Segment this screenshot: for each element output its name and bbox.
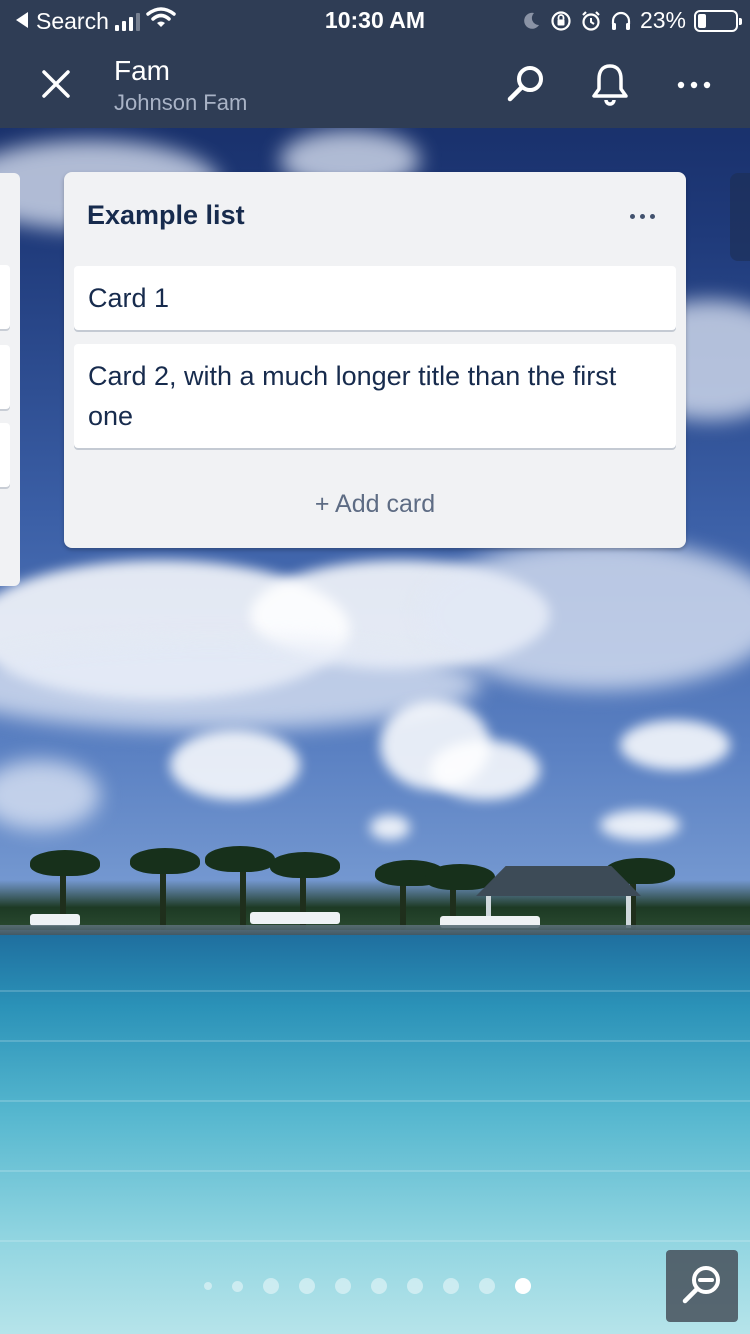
moon-icon: [520, 10, 542, 32]
team-name: Johnson Fam: [114, 90, 248, 115]
zoom-out-icon: [680, 1262, 724, 1311]
list-menu-button[interactable]: [620, 198, 664, 234]
headphones-icon: [610, 10, 632, 32]
island: [0, 880, 750, 930]
battery-percentage: 23%: [639, 7, 686, 33]
notifications-button[interactable]: [584, 60, 636, 112]
more-icon-dot: [639, 213, 645, 219]
page-dot[interactable]: [407, 1278, 423, 1294]
sea: [0, 935, 750, 1334]
more-icon: [676, 77, 712, 95]
more-icon-dot: [629, 213, 635, 219]
page-dot-active[interactable]: [515, 1278, 531, 1294]
next-list-peek[interactable]: [730, 173, 750, 261]
page-dot[interactable]: [204, 1282, 212, 1290]
status-bar: Search 10:30 AM 23%: [0, 0, 750, 42]
peek-card: [0, 265, 10, 329]
peek-card: [0, 423, 10, 487]
page-dot[interactable]: [335, 1278, 351, 1294]
board-titles: Fam Johnson Fam: [114, 54, 247, 118]
board-header: Fam Johnson Fam: [0, 42, 750, 128]
status-indicators: 23%: [520, 7, 742, 34]
card[interactable]: Card 2, with a much longer title than th…: [74, 344, 676, 448]
battery-icon: [694, 9, 742, 32]
list-pager[interactable]: [204, 1278, 531, 1294]
alarm-icon: [580, 10, 602, 32]
board-menu-button[interactable]: [668, 60, 720, 112]
page-dot[interactable]: [479, 1278, 495, 1294]
previous-list-peek[interactable]: [0, 173, 20, 586]
close-board-button[interactable]: [30, 60, 82, 112]
page-dot[interactable]: [263, 1278, 279, 1294]
search-icon: [505, 63, 547, 110]
bell-icon: [589, 62, 631, 111]
list-title[interactable]: Example list: [87, 200, 245, 231]
page-dot[interactable]: [299, 1278, 315, 1294]
page-dot[interactable]: [443, 1278, 459, 1294]
board-title: Fam: [114, 55, 170, 86]
list: Example list Card 1 Card 2, with a much …: [64, 172, 686, 548]
close-icon: [41, 69, 71, 104]
peek-card: [0, 345, 10, 409]
page-dot[interactable]: [371, 1278, 387, 1294]
zoom-out-button[interactable]: [666, 1250, 738, 1322]
more-icon-dot: [649, 213, 655, 219]
orientation-lock-icon: [550, 10, 572, 32]
add-card-button[interactable]: + Add card: [64, 482, 686, 526]
card-title: Card 2, with a much longer title than th…: [88, 361, 617, 431]
search-button[interactable]: [500, 60, 552, 112]
card-title: Card 1: [88, 283, 170, 313]
page-dot[interactable]: [232, 1280, 243, 1292]
card[interactable]: Card 1: [74, 266, 676, 330]
